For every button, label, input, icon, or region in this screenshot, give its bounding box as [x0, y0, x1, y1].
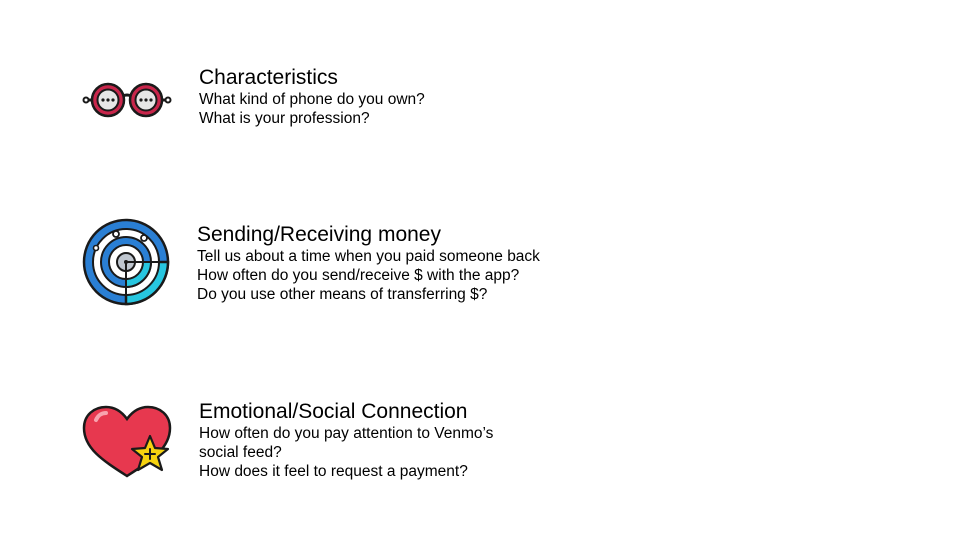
glasses-icon [82, 80, 172, 125]
section-title: Sending/Receiving money [197, 223, 441, 246]
question-line: What kind of phone do you own? [199, 91, 425, 108]
question-line: How often do you pay attention to Venmo’… [199, 425, 494, 442]
question-line: social feed? [199, 444, 282, 461]
question-line: Do you use other means of transferring $… [197, 286, 488, 303]
section-title: Characteristics [199, 66, 338, 89]
section-characteristics: Characteristics What kind of phone do yo… [199, 66, 425, 128]
question-line: How does it feel to request a payment? [199, 463, 468, 480]
section-title: Emotional/Social Connection [199, 400, 468, 423]
question-line: Tell us about a time when you paid someo… [197, 248, 540, 265]
section-sending-receiving: Sending/Receiving money Tell us about a … [197, 223, 540, 304]
question-line: What is your profession? [199, 110, 370, 127]
target-icon [82, 218, 172, 313]
section-emotional-social: Emotional/Social Connection How often do… [199, 400, 493, 481]
question-line: How often do you send/receive $ with the… [197, 267, 520, 284]
heart-star-icon [82, 404, 174, 489]
